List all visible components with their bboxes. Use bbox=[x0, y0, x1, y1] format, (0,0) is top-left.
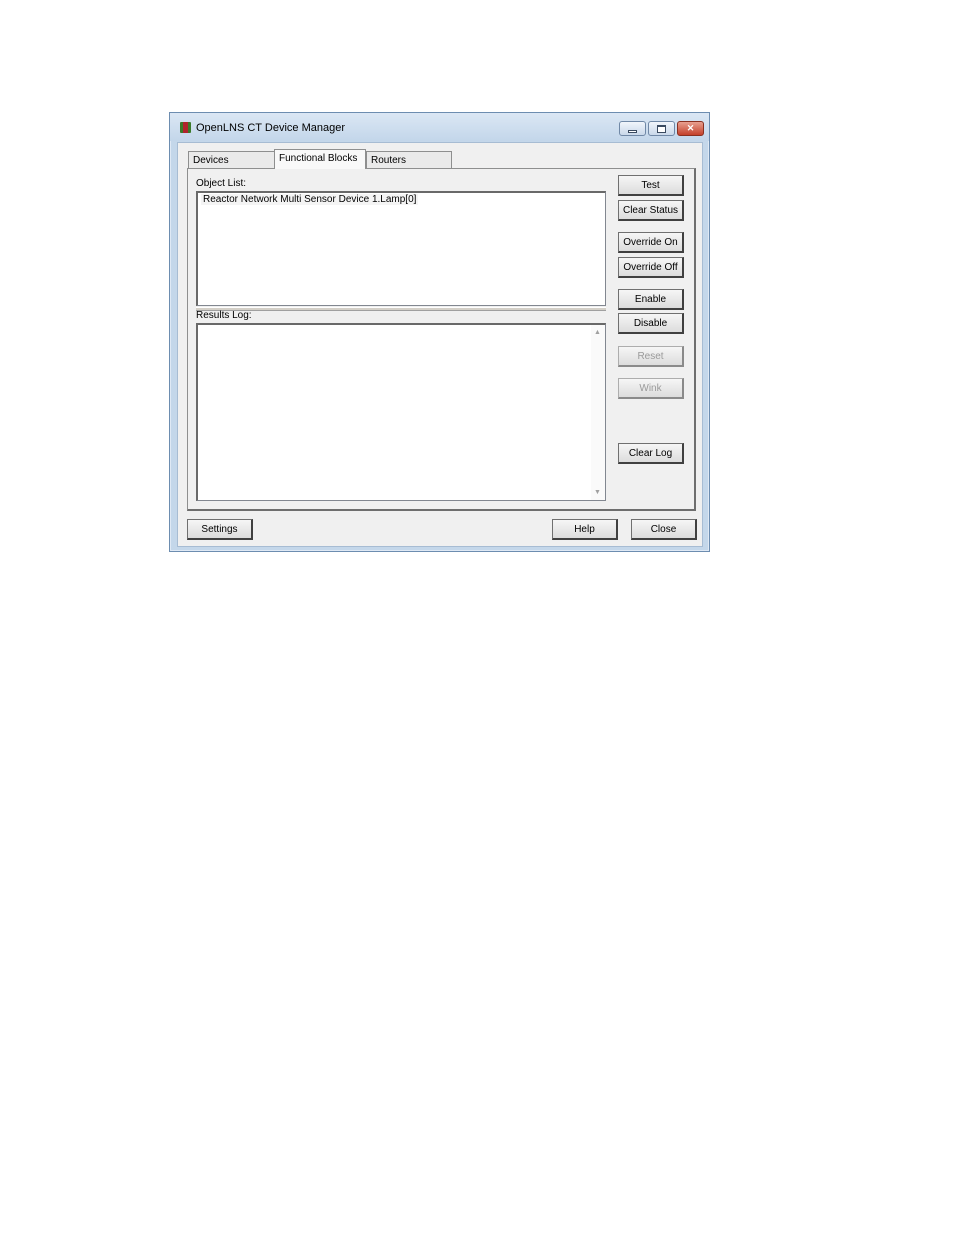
clear-status-button[interactable]: Clear Status bbox=[618, 200, 684, 221]
results-log[interactable]: ▲ ▼ bbox=[196, 323, 606, 501]
object-list[interactable]: Reactor Network Multi Sensor Device 1.La… bbox=[196, 191, 606, 306]
minimize-icon[interactable] bbox=[619, 121, 646, 136]
app-icon bbox=[180, 122, 191, 133]
results-log-scrollbar[interactable]: ▲ ▼ bbox=[591, 325, 605, 500]
help-button[interactable]: Help bbox=[552, 519, 618, 540]
enable-button[interactable]: Enable bbox=[618, 289, 684, 310]
title-bar[interactable]: OpenLNS CT Device Manager ✕ bbox=[170, 113, 709, 141]
disable-button[interactable]: Disable bbox=[618, 313, 684, 334]
reset-button[interactable]: Reset bbox=[618, 346, 684, 367]
override-off-button[interactable]: Override Off bbox=[618, 257, 684, 278]
close-icon[interactable]: ✕ bbox=[677, 121, 704, 136]
window-client-area: Devices Functional Blocks Routers Object… bbox=[177, 142, 703, 547]
wink-button[interactable]: Wink bbox=[618, 378, 684, 399]
device-manager-window: OpenLNS CT Device Manager ✕ Devices Func… bbox=[169, 112, 710, 552]
list-item[interactable]: Reactor Network Multi Sensor Device 1.La… bbox=[201, 194, 419, 205]
settings-button[interactable]: Settings bbox=[187, 519, 253, 540]
tab-devices[interactable]: Devices bbox=[188, 151, 276, 168]
close-button[interactable]: Close bbox=[631, 519, 697, 540]
clear-log-button[interactable]: Clear Log bbox=[618, 443, 684, 464]
scroll-up-icon[interactable]: ▲ bbox=[594, 329, 601, 336]
maximize-icon[interactable] bbox=[648, 121, 675, 136]
window-title: OpenLNS CT Device Manager bbox=[196, 122, 345, 134]
tab-routers[interactable]: Routers bbox=[366, 151, 452, 168]
splitter-handle[interactable] bbox=[196, 307, 606, 311]
functional-blocks-panel: Object List: Reactor Network Multi Senso… bbox=[187, 168, 696, 511]
test-button[interactable]: Test bbox=[618, 175, 684, 196]
tab-functional-blocks[interactable]: Functional Blocks bbox=[274, 149, 366, 169]
override-on-button[interactable]: Override On bbox=[618, 232, 684, 253]
results-log-label: Results Log: bbox=[196, 310, 252, 321]
object-list-label: Object List: bbox=[196, 178, 247, 189]
scroll-down-icon[interactable]: ▼ bbox=[594, 489, 601, 496]
